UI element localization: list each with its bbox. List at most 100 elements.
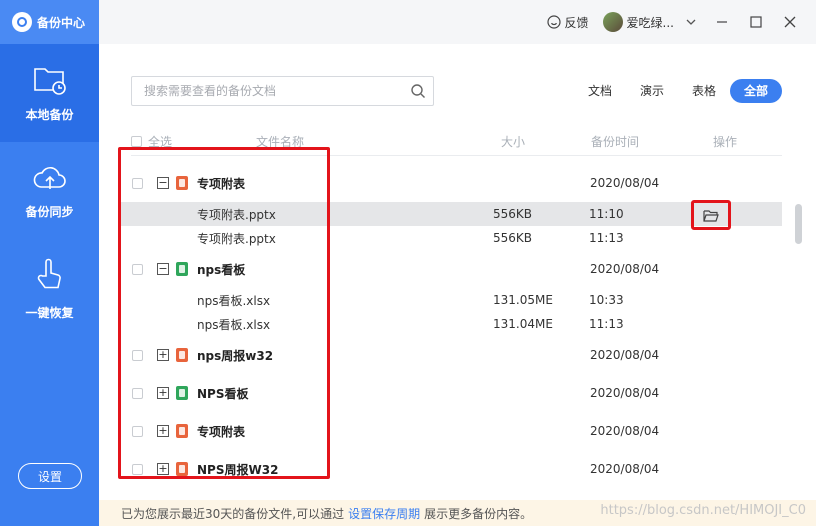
group-date: 2020/08/04 <box>590 262 660 276</box>
group-date: 2020/08/04 <box>590 348 660 362</box>
row-checkbox[interactable] <box>132 177 143 189</box>
sidebar: 备份中心 本地备份 备份同步 一键恢复 设置 <box>0 0 99 526</box>
file-row[interactable]: 专项附表.pptx 556KB 11:10 <box>119 200 782 230</box>
collapse-toggle[interactable]: − <box>157 177 169 189</box>
group-row[interactable]: − 专项附表 2020/08/04 <box>119 164 782 202</box>
file-name: 专项附表.pptx <box>197 231 276 246</box>
expand-toggle[interactable]: + <box>157 349 169 361</box>
group-row[interactable]: + nps周报w32 2020/08/04 <box>119 336 782 374</box>
collapse-toggle[interactable]: − <box>157 263 169 275</box>
file-size: 131.04ME <box>493 317 553 331</box>
file-size: 556KB <box>493 207 533 221</box>
group-date: 2020/08/04 <box>590 462 660 476</box>
file-time: 11:10 <box>589 207 624 221</box>
group-name: 专项附表 <box>197 424 246 439</box>
smile-icon <box>546 15 561 29</box>
ppt-file-icon <box>176 348 188 362</box>
minimize-button[interactable] <box>712 12 732 32</box>
ppt-file-icon <box>176 176 188 190</box>
file-size: 131.05ME <box>493 293 553 307</box>
column-header-time: 备份时间 <box>591 135 640 149</box>
expand-toggle[interactable]: + <box>157 463 169 475</box>
retention-settings-link[interactable]: 设置保存周期 <box>348 505 420 522</box>
group-name: nps看板 <box>197 262 246 277</box>
close-icon <box>784 16 796 28</box>
search-box <box>131 76 434 106</box>
sidebar-item-backup-sync[interactable]: 备份同步 <box>0 142 99 240</box>
group-date: 2020/08/04 <box>590 424 660 438</box>
backup-list: − 专项附表 2020/08/04 专项附表.pptx 556KB 11:10 … <box>119 164 782 488</box>
file-time: 11:13 <box>589 231 624 245</box>
sidebar-item-label: 一键恢复 <box>25 305 74 320</box>
file-name: nps看板.xlsx <box>197 317 271 332</box>
scrollbar-thumb[interactable] <box>795 204 802 244</box>
group-name: NPS看板 <box>197 386 249 401</box>
file-time: 10:33 <box>589 293 624 307</box>
cloud-upload-icon <box>33 166 66 189</box>
feedback-label: 反馈 <box>564 15 589 30</box>
app-title: 备份中心 <box>37 15 86 30</box>
column-header-ops: 操作 <box>713 135 738 149</box>
chevron-down-icon <box>686 19 696 25</box>
hand-pointer-icon <box>37 258 61 288</box>
group-row[interactable]: + 专项附表 2020/08/04 <box>119 412 782 450</box>
xls-file-icon <box>176 262 188 276</box>
group-row[interactable]: − nps看板 2020/08/04 <box>119 250 782 288</box>
select-all-label: 全选 <box>148 135 173 149</box>
filter-presentations[interactable]: 演示 <box>626 79 678 103</box>
file-size: 556KB <box>493 231 533 245</box>
sidebar-item-local-backup[interactable]: 本地备份 <box>0 44 99 142</box>
sidebar-item-label: 本地备份 <box>25 107 74 122</box>
file-row[interactable]: nps看板.xlsx 131.04ME 11:13 <box>119 312 782 336</box>
maximize-button[interactable] <box>746 12 766 32</box>
filter-spreadsheets[interactable]: 表格 <box>678 79 730 103</box>
row-checkbox[interactable] <box>132 387 143 399</box>
file-row[interactable]: nps看板.xlsx 131.05ME 10:33 <box>119 288 782 312</box>
row-checkbox[interactable] <box>132 463 143 475</box>
ppt-file-icon <box>176 462 188 476</box>
sidebar-item-one-click-restore[interactable]: 一键恢复 <box>0 240 99 338</box>
maximize-icon <box>750 16 762 28</box>
app-brand: 备份中心 <box>0 0 99 44</box>
group-name: NPS周报W32 <box>197 462 279 477</box>
feedback-button[interactable]: 反馈 <box>546 14 589 31</box>
search-button[interactable] <box>403 77 433 105</box>
title-bar: 反馈 爱吃绿... <box>99 0 816 44</box>
file-time: 11:13 <box>589 317 624 331</box>
file-name: 专项附表.pptx <box>197 207 276 222</box>
folder-open-icon <box>703 209 719 222</box>
main-content: 文档 演示 表格 全部 全选 文件名称 大小 备份时间 操作 − 专项附表 20… <box>99 44 816 500</box>
file-row[interactable]: 专项附表.pptx 556KB 11:13 <box>119 226 782 250</box>
group-name: 专项附表 <box>197 176 246 191</box>
settings-button[interactable]: 设置 <box>18 463 82 489</box>
search-input[interactable] <box>144 84 403 98</box>
select-all-checkbox[interactable] <box>131 136 142 147</box>
table-header: 全选 文件名称 大小 备份时间 操作 <box>131 128 782 156</box>
search-icon <box>411 84 425 98</box>
row-checkbox[interactable] <box>132 263 143 275</box>
filter-documents[interactable]: 文档 <box>574 79 626 103</box>
user-menu[interactable]: 爱吃绿... <box>602 12 698 32</box>
group-date: 2020/08/04 <box>590 176 660 190</box>
row-checkbox[interactable] <box>132 425 143 437</box>
folder-clock-icon <box>33 67 66 95</box>
app-logo-icon <box>12 12 32 32</box>
row-checkbox[interactable] <box>132 349 143 361</box>
column-header-size: 大小 <box>501 135 526 149</box>
close-button[interactable] <box>780 12 800 32</box>
footer-suffix: 展示更多备份内容。 <box>424 506 533 521</box>
group-name: nps周报w32 <box>197 348 274 363</box>
group-row[interactable]: + NPS周报W32 2020/08/04 <box>119 450 782 488</box>
group-date: 2020/08/04 <box>590 386 660 400</box>
xls-file-icon <box>176 386 188 400</box>
select-all[interactable]: 全选 <box>131 133 256 150</box>
group-row[interactable]: + NPS看板 2020/08/04 <box>119 374 782 412</box>
footer-prefix: 已为您展示最近30天的备份文件,可以通过 <box>121 506 345 521</box>
avatar <box>602 12 623 32</box>
filter-all[interactable]: 全部 <box>729 79 782 103</box>
expand-toggle[interactable]: + <box>157 387 169 399</box>
ppt-file-icon <box>176 424 188 438</box>
expand-toggle[interactable]: + <box>157 425 169 437</box>
user-name: 爱吃绿... <box>626 15 674 30</box>
minimize-icon <box>717 21 727 23</box>
